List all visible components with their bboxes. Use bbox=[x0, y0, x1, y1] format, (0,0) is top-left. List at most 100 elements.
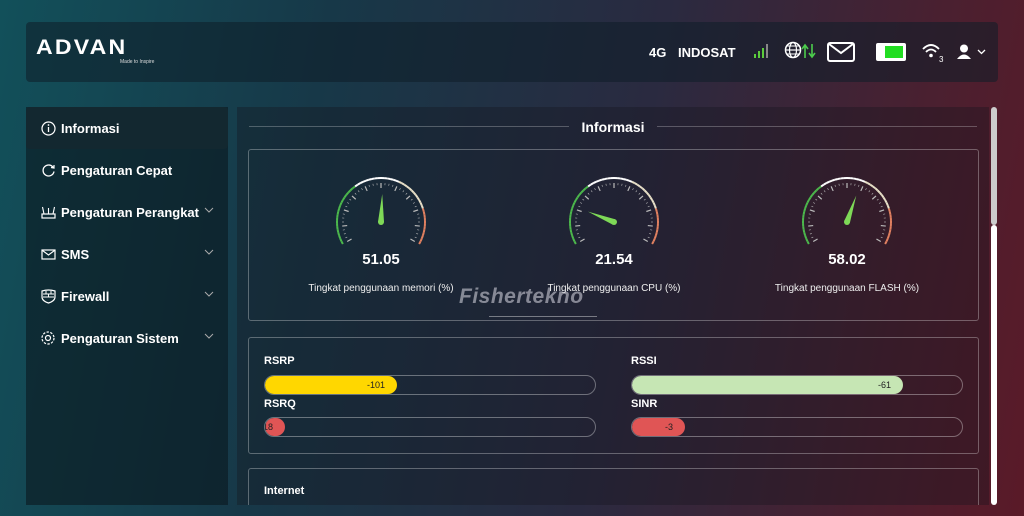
gauge-arc-segment bbox=[654, 208, 658, 212]
main-scrollbar[interactable] bbox=[991, 107, 997, 505]
gauge-tick bbox=[594, 188, 596, 191]
user-menu-icon[interactable] bbox=[956, 44, 990, 60]
gauge-tick bbox=[880, 224, 886, 227]
gauge-label: Tingkat penggunaan FLASH (%) bbox=[774, 283, 920, 294]
router-icon bbox=[40, 204, 56, 220]
gauge-arc-segment bbox=[888, 229, 892, 233]
gauge-arc-segment bbox=[808, 196, 812, 201]
gauge-arc-segment bbox=[338, 235, 342, 239]
gauge-arc-segment bbox=[803, 208, 807, 212]
mail-icon[interactable] bbox=[827, 42, 855, 62]
gauge-arc-segment bbox=[354, 183, 359, 188]
gauge-dial bbox=[336, 177, 426, 245]
signal-bar-rsrp: -101 bbox=[264, 375, 596, 395]
gauge-arc-segment bbox=[867, 182, 871, 186]
gauge-tick bbox=[364, 186, 368, 192]
gauge-arc-segment bbox=[412, 191, 417, 196]
gauge-tick bbox=[402, 190, 405, 193]
gauge-tick bbox=[410, 198, 413, 201]
gauge-tick bbox=[643, 198, 646, 201]
gauge-arc-segment bbox=[592, 180, 597, 185]
gauge-arc-segment bbox=[362, 179, 367, 183]
gauge-arc-segment bbox=[828, 179, 833, 183]
gauge-arc-segment bbox=[876, 189, 881, 194]
brand-logo[interactable]: ADVAN Made to Inspire bbox=[36, 37, 161, 68]
gauge-arc-segment bbox=[401, 182, 405, 186]
gauge-arc-segment bbox=[884, 240, 888, 245]
gauge-tick bbox=[823, 190, 826, 193]
gauge-arc-segment bbox=[625, 178, 630, 182]
signal-label-rsrp: RSRP bbox=[264, 355, 295, 367]
sidebar-item-pengaturan-cepat[interactable]: Pengaturan Cepat bbox=[26, 149, 228, 191]
gauge-arc-segment bbox=[878, 191, 883, 196]
sidebar-item-firewall[interactable]: Firewall bbox=[26, 275, 228, 317]
gauge-tick bbox=[865, 188, 867, 191]
gauge-arc-segment bbox=[337, 208, 341, 212]
signal-value: -18 bbox=[265, 422, 274, 432]
gauge-arc-segment bbox=[422, 229, 426, 233]
gauge-arc-segment bbox=[392, 178, 397, 182]
gauge-tick bbox=[817, 195, 823, 200]
gauge-arc-segment bbox=[636, 183, 641, 188]
gauge-arc-segment bbox=[575, 196, 579, 201]
globe-data-icon[interactable] bbox=[784, 41, 816, 61]
gauge-arc-segment bbox=[336, 211, 340, 215]
gauge-tick bbox=[346, 238, 352, 243]
gauge-tick bbox=[635, 190, 638, 193]
gauge-tick bbox=[868, 190, 871, 193]
gauge-arc-segment bbox=[406, 185, 410, 190]
gauge-arc-segment bbox=[403, 183, 408, 188]
gauge-tick bbox=[643, 238, 649, 243]
gauge-arc-segment bbox=[813, 189, 818, 194]
gauge-arc-segment bbox=[357, 182, 361, 186]
gear-icon bbox=[40, 330, 56, 346]
gauge-arc-segment bbox=[573, 199, 577, 204]
sidebar-item-sms[interactable]: SMS bbox=[26, 233, 228, 275]
signal-label-rssi: RSSI bbox=[631, 355, 657, 367]
gauge-tick bbox=[876, 238, 882, 243]
gauge-arc-segment bbox=[652, 202, 656, 206]
gauge-arc-segment bbox=[336, 229, 340, 233]
gauge-arc-segment bbox=[619, 177, 624, 180]
gauge-value: 21.54 bbox=[595, 251, 633, 268]
signal-value: -61 bbox=[878, 380, 892, 390]
sidebar-item-pengaturan-sistem[interactable]: Pengaturan Sistem bbox=[26, 317, 228, 359]
gauge-arc-segment bbox=[598, 178, 603, 182]
gauge-tick bbox=[812, 238, 818, 243]
gauge-arc-segment bbox=[628, 179, 633, 183]
gauge-arc-segment bbox=[631, 180, 636, 185]
signal-label-sinr: SINR bbox=[631, 398, 658, 410]
gauge-tick bbox=[830, 186, 834, 192]
gauge-tick bbox=[349, 198, 352, 201]
gauge-arc-segment bbox=[408, 187, 413, 192]
gauge-tick bbox=[820, 192, 823, 195]
scrollbar-thumb[interactable] bbox=[991, 107, 997, 225]
gauge-arc-segment bbox=[389, 177, 394, 181]
scrollbar-track[interactable] bbox=[991, 225, 997, 505]
gauge-arc-segment bbox=[811, 191, 816, 196]
watermark-underline bbox=[489, 316, 597, 317]
gauge-arc-segment bbox=[339, 238, 343, 242]
gauge-arc-segment bbox=[395, 179, 400, 183]
gauge-tick bbox=[576, 233, 579, 235]
gauge-value: 58.02 bbox=[828, 251, 866, 268]
signal-bar-rsrq: -18 bbox=[264, 417, 596, 437]
gauge-tick bbox=[392, 184, 394, 187]
sidebar-item-pengaturan-perangkat[interactable]: Pengaturan Perangkat bbox=[26, 191, 228, 233]
wifi-client-count: 3 bbox=[939, 55, 944, 64]
signal-bar-fill bbox=[632, 418, 685, 436]
gauge-arc-segment bbox=[645, 191, 650, 196]
gauge-arc-segment bbox=[419, 202, 423, 206]
gauge-needle bbox=[844, 195, 857, 223]
gauge-tick bbox=[412, 202, 415, 204]
gauge-tick bbox=[354, 192, 357, 195]
gauge-tick bbox=[646, 209, 652, 213]
gauge-tick bbox=[880, 205, 883, 208]
wifi-icon[interactable]: 3 bbox=[921, 42, 947, 64]
gauge-arc-segment bbox=[885, 202, 889, 206]
gauge-arc-segment bbox=[570, 208, 574, 212]
gauge-tick bbox=[578, 205, 581, 208]
gauge-arc-segment bbox=[349, 187, 354, 192]
gauge-tick bbox=[638, 195, 644, 200]
sidebar-item-informasi[interactable]: Informasi bbox=[26, 107, 228, 149]
